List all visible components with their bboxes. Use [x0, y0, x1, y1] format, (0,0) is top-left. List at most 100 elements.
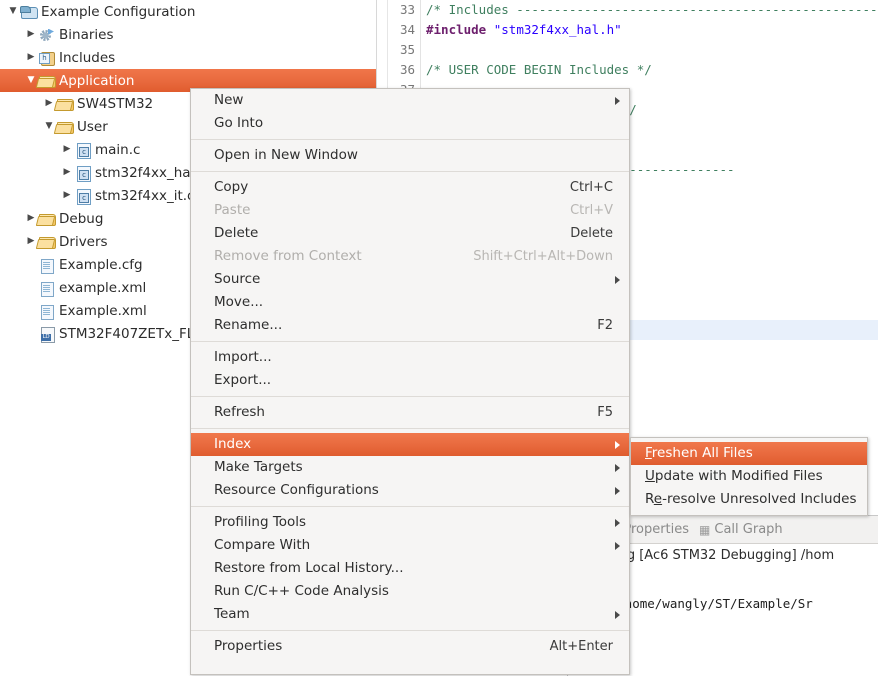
- menu-separator: [191, 341, 629, 342]
- chevron-right-icon[interactable]: ▶: [60, 191, 74, 200]
- menu-item-index[interactable]: Index: [191, 433, 629, 456]
- menu-item-label: Open in New Window: [214, 147, 358, 163]
- submenu-arrow-icon: [615, 441, 620, 449]
- menu-item-go-into[interactable]: Go Into: [191, 112, 629, 135]
- file-icon: [38, 303, 56, 320]
- code-token: "stm32f4xx_hal.h": [493, 22, 622, 37]
- submenu-item-prefix: R: [645, 491, 654, 507]
- code-line[interactable]: /* Includes ----------------------------…: [426, 0, 878, 20]
- tree-item-label: Example.xml: [59, 302, 147, 319]
- submenu-item-freshen-all-files[interactable]: Freshen All Files: [631, 442, 867, 465]
- folder-open-icon: [56, 119, 74, 135]
- submenu-arrow-icon: [615, 611, 620, 619]
- tree-item-label: Application: [59, 72, 135, 89]
- menu-item-label: New: [214, 92, 244, 108]
- project-context-menu[interactable]: New Go Into Open in New Window Copy Ctrl+C Pa…: [190, 88, 630, 675]
- tab-call-graph-label: Call Graph: [714, 522, 783, 537]
- menu-item-label: Move...: [214, 294, 264, 310]
- menu-item-label: Index: [214, 436, 252, 452]
- tree-item-binaries[interactable]: ▶ Binaries: [0, 23, 376, 46]
- submenu-item-update-with-modified-files[interactable]: Update with Modified Files: [631, 465, 867, 488]
- tree-item-label: stm32f4xx_it.c: [95, 187, 195, 204]
- includes-icon: [38, 50, 56, 66]
- folder-open-icon: [38, 211, 56, 227]
- line-number: 33: [399, 2, 415, 17]
- submenu-item-re-resolve-unresolved-includes[interactable]: Re-resolve Unresolved Includes: [631, 488, 867, 511]
- menu-item-label: Profiling Tools: [214, 514, 307, 530]
- code-line[interactable]: /* USER CODE BEGIN Includes */: [426, 60, 652, 80]
- submenu-item-mnemonic: U: [645, 468, 655, 484]
- c-file-icon: [74, 165, 92, 182]
- menu-item-label: Go Into: [214, 115, 264, 131]
- submenu-item-label: pdate with Modified Files: [654, 468, 823, 484]
- chevron-down-icon[interactable]: ▼: [6, 7, 20, 16]
- menu-separator: [191, 139, 629, 140]
- menu-item-label: Make Targets: [214, 459, 303, 475]
- chevron-right-icon[interactable]: ▶: [60, 168, 74, 177]
- menu-item-label: Rename...: [214, 317, 283, 333]
- submenu-arrow-icon: [615, 519, 620, 527]
- tab-call-graph[interactable]: ▦ Call Graph: [699, 522, 783, 537]
- tree-item-label: Example Configuration: [41, 3, 196, 20]
- tree-item-label: example.xml: [59, 279, 147, 296]
- menu-item-team[interactable]: Team: [191, 603, 629, 626]
- menu-item-accelerator: Alt+Enter: [549, 639, 613, 654]
- menu-item-rename[interactable]: Rename... F2: [191, 314, 629, 337]
- menu-separator: [191, 171, 629, 172]
- code-token: /* Includes ----------------------------…: [426, 2, 878, 17]
- menu-item-label: Paste: [214, 202, 251, 218]
- menu-item-accelerator: F5: [597, 405, 613, 420]
- chevron-right-icon[interactable]: ▶: [60, 145, 74, 154]
- menu-item-new[interactable]: New: [191, 89, 629, 112]
- project-icon: [20, 4, 38, 20]
- index-submenu[interactable]: Freshen All Files Update with Modified Fi…: [630, 437, 868, 516]
- file-icon: [38, 280, 56, 297]
- submenu-item-mnemonic: F: [645, 445, 652, 461]
- menu-item-move[interactable]: Move...: [191, 291, 629, 314]
- menu-item-label: Export...: [214, 372, 272, 388]
- chevron-right-icon[interactable]: ▶: [24, 53, 38, 62]
- code-line[interactable]: #include "stm32f4xx_hal.h": [426, 20, 622, 40]
- menu-item-resource-configurations[interactable]: Resource Configurations: [191, 479, 629, 502]
- menu-item-accelerator: Delete: [570, 226, 613, 241]
- menu-item-import[interactable]: Import...: [191, 346, 629, 369]
- code-token: /* USER CODE BEGIN Includes */: [426, 62, 652, 77]
- menu-item-export[interactable]: Export...: [191, 369, 629, 392]
- menu-item-accelerator: Shift+Ctrl+Alt+Down: [473, 249, 613, 264]
- menu-item-accelerator: Ctrl+C: [569, 180, 613, 195]
- tree-item-label: SW4STM32: [77, 95, 154, 112]
- menu-item-compare-with[interactable]: Compare With: [191, 534, 629, 557]
- menu-item-label: Team: [214, 606, 250, 622]
- tree-item-includes[interactable]: ▶ Includes: [0, 46, 376, 69]
- menu-item-make-targets[interactable]: Make Targets: [191, 456, 629, 479]
- folder-open-icon: [38, 234, 56, 250]
- menu-item-label: Source: [214, 271, 261, 287]
- menu-item-label: Import...: [214, 349, 272, 365]
- menu-item-label: Copy: [214, 179, 249, 195]
- tab-properties-label: Properties: [623, 522, 690, 537]
- menu-item-source[interactable]: Source: [191, 268, 629, 291]
- tree-item-example-configuration[interactable]: ▼ Example Configuration: [0, 0, 376, 23]
- menu-item-run-c-c++-code-analysis[interactable]: Run C/C++ Code Analysis: [191, 580, 629, 603]
- menu-item-label: Properties: [214, 638, 283, 654]
- menu-item-delete[interactable]: Delete Delete: [191, 222, 629, 245]
- submenu-arrow-icon: [615, 487, 620, 495]
- menu-item-label: Refresh: [214, 404, 265, 420]
- line-number: 34: [399, 22, 415, 37]
- c-file-icon: [74, 188, 92, 205]
- menu-item-refresh[interactable]: Refresh F5: [191, 401, 629, 424]
- menu-item-restore-from-local-history[interactable]: Restore from Local History...: [191, 557, 629, 580]
- menu-item-label: Restore from Local History...: [214, 560, 404, 576]
- tree-item-label: Debug: [59, 210, 104, 227]
- menu-item-profiling-tools[interactable]: Profiling Tools: [191, 511, 629, 534]
- tree-item-label: Includes: [59, 49, 116, 66]
- chevron-right-icon[interactable]: ▶: [24, 30, 38, 39]
- menu-item-open-in-new-window[interactable]: Open in New Window: [191, 144, 629, 167]
- menu-item-copy[interactable]: Copy Ctrl+C: [191, 176, 629, 199]
- tree-item-label: Example.cfg: [59, 256, 143, 273]
- submenu-arrow-icon: [615, 276, 620, 284]
- menu-item-label: Remove from Context: [214, 248, 362, 264]
- menu-item-properties[interactable]: Properties Alt+Enter: [191, 635, 629, 658]
- tree-item-label: Binaries: [59, 26, 114, 43]
